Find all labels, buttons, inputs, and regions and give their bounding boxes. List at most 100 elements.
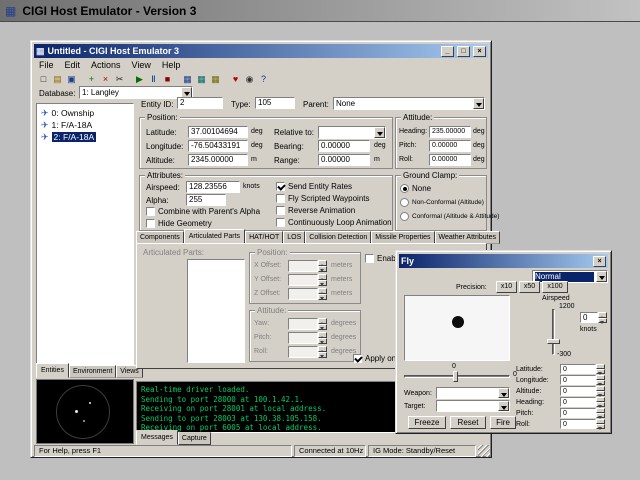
heading-field[interactable]: 235.00000 [429, 126, 471, 138]
database-dropdown[interactable]: 1: Langley [79, 86, 193, 99]
freeze-button[interactable]: Freeze [408, 416, 446, 429]
cut-icon[interactable]: ✂ [113, 72, 126, 85]
tree-item-fa18-1[interactable]: ✈ 1: F/A-18A [39, 119, 131, 131]
fly-roll-spinner[interactable] [596, 419, 605, 429]
longitude-field[interactable]: -76.50433191 [188, 140, 248, 152]
checkbox-reverse-animation[interactable]: Reverse Animation [276, 206, 355, 215]
spinner-down-icon[interactable] [318, 294, 327, 300]
open-folder-icon[interactable]: ▤ [51, 72, 64, 85]
fly-longitude-spinner[interactable] [596, 375, 605, 385]
x-offset-field[interactable] [288, 260, 318, 272]
relative-to-dropdown[interactable] [318, 126, 386, 139]
close-button[interactable]: × [473, 46, 486, 57]
save-icon[interactable]: ▣ [65, 72, 78, 85]
reset-button[interactable]: Reset [450, 416, 486, 429]
menu-view[interactable]: View [132, 60, 151, 70]
radio-conformal[interactable]: Conformal (Altitude & Attitude) [400, 212, 499, 221]
stop-icon[interactable]: ■ [161, 72, 174, 85]
yaw-field[interactable] [288, 318, 318, 330]
add-entity-icon[interactable]: + [85, 72, 98, 85]
fly-pitch-field[interactable]: 0 [560, 408, 596, 418]
checkbox-hide-geometry[interactable]: Hide Geometry [146, 219, 212, 228]
z-offset-spinner[interactable] [318, 288, 327, 300]
part-pitch-spinner[interactable] [318, 332, 327, 344]
fly-titlebar[interactable]: Fly × [399, 254, 608, 268]
favorites-icon[interactable]: ♥ [229, 72, 242, 85]
y-offset-spinner[interactable] [318, 274, 327, 286]
y-offset-field[interactable] [288, 274, 318, 286]
z-offset-field[interactable] [288, 288, 318, 300]
maximize-button[interactable]: □ [457, 46, 470, 57]
part-roll-field[interactable] [288, 346, 318, 358]
entities-view-icon[interactable]: ▦ [181, 72, 194, 85]
spinner-down-icon[interactable] [318, 266, 327, 272]
views-view-icon[interactable]: ▦ [209, 72, 222, 85]
fly-pitch-spinner[interactable] [596, 408, 605, 418]
radio-non-conformal[interactable]: Non-Conformal (Altitude) [400, 198, 484, 207]
yaw-spinner[interactable] [318, 318, 327, 330]
fire-button[interactable]: Fire [490, 416, 516, 429]
bearing-field[interactable]: 0.00000 [318, 140, 370, 152]
airspeed-spinner[interactable] [598, 312, 607, 323]
radio-ground-clamp-none[interactable]: None [400, 184, 431, 193]
main-window-titlebar[interactable]: ▦ Untitled - CIGI Host Emulator 3 _ □ × [34, 44, 488, 58]
fly-longitude-field[interactable]: 0 [560, 375, 596, 385]
dropdown-arrow-icon[interactable] [498, 388, 509, 398]
run-icon[interactable]: ▶ [133, 72, 146, 85]
checkbox-send-entity-rates[interactable]: Send Entity Rates [276, 182, 352, 191]
dropdown-arrow-icon[interactable] [473, 98, 484, 109]
desktop-titlebar[interactable]: ▦ CIGI Host Emulator - Version 3 [0, 0, 640, 22]
fly-heading-spinner[interactable] [596, 397, 605, 407]
latitude-field[interactable]: 37.00104694 [188, 126, 248, 138]
airspeed-field[interactable]: 128.23556 [186, 181, 240, 193]
alpha-field[interactable]: 255 [186, 194, 226, 206]
menu-actions[interactable]: Actions [91, 60, 121, 70]
parent-dropdown[interactable]: None [333, 97, 485, 110]
checkbox-continuously-loop-animation[interactable]: Continuously Loop Animation [276, 218, 392, 227]
spinner-down-icon[interactable] [596, 413, 605, 418]
pause-icon[interactable]: Ⅱ [147, 72, 160, 85]
articulated-parts-listbox[interactable] [187, 259, 245, 363]
part-roll-spinner[interactable] [318, 346, 327, 358]
environment-view-icon[interactable]: ▦ [195, 72, 208, 85]
minimize-button[interactable]: _ [441, 46, 454, 57]
spinner-down-icon[interactable] [596, 391, 605, 396]
tree-item-ownship[interactable]: ✈ 0: Ownship [39, 107, 131, 119]
airspeed-slider-handle[interactable] [547, 339, 560, 344]
delete-entity-icon[interactable]: × [99, 72, 112, 85]
spinner-down-icon[interactable] [596, 369, 605, 374]
snapshot-icon[interactable]: ◉ [243, 72, 256, 85]
altitude-field[interactable]: 2345.00000 [188, 154, 248, 166]
tree-item-fa18-2[interactable]: ✈ 2: F/A-18A [39, 131, 131, 143]
dropdown-arrow-icon[interactable] [498, 401, 509, 411]
checkbox-apply-on[interactable]: Apply on [353, 354, 396, 363]
entity-tree[interactable]: ✈ 0: Ownship ✈ 1: F/A-18A ✈ 2: F/A-18A [36, 103, 134, 365]
entity-id-field[interactable]: 2 [177, 97, 223, 109]
dropdown-arrow-icon[interactable] [596, 271, 607, 282]
tab-articulated-parts[interactable]: Articulated Parts [184, 229, 245, 244]
menu-help[interactable]: Help [162, 60, 181, 70]
tab-entities[interactable]: Entities [36, 363, 69, 378]
tab-environment[interactable]: Environment [69, 365, 116, 378]
checkbox-combine-with-parents-alpha[interactable]: Combine with Parent's Alpha [146, 207, 260, 216]
new-document-icon[interactable]: □ [37, 72, 50, 85]
x-offset-spinner[interactable] [318, 260, 327, 272]
entity-type-field[interactable]: 105 [255, 97, 295, 109]
fly-close-button[interactable]: × [593, 256, 606, 267]
fly-latitude-field[interactable]: 0 [560, 364, 596, 374]
tab-messages[interactable]: Messages [136, 430, 178, 445]
fly-heading-field[interactable]: 0 [560, 397, 596, 407]
spinner-down-icon[interactable] [596, 424, 605, 429]
spinner-down-icon[interactable] [318, 352, 327, 358]
weapon-dropdown[interactable] [436, 387, 510, 399]
airspeed-value-field[interactable]: 0 [580, 312, 598, 323]
spinner-down-icon[interactable] [596, 380, 605, 385]
roll-field[interactable]: 0.00000 [429, 154, 471, 166]
spinner-down-icon[interactable] [318, 324, 327, 330]
precision-x10-button[interactable]: x10 [496, 281, 517, 293]
fly-altitude-field[interactable]: 0 [560, 386, 596, 396]
precision-x100-button[interactable]: x100 [542, 281, 568, 293]
pitch-field[interactable]: 0.00000 [429, 140, 471, 152]
menu-file[interactable]: File [39, 60, 54, 70]
part-pitch-field[interactable] [288, 332, 318, 344]
